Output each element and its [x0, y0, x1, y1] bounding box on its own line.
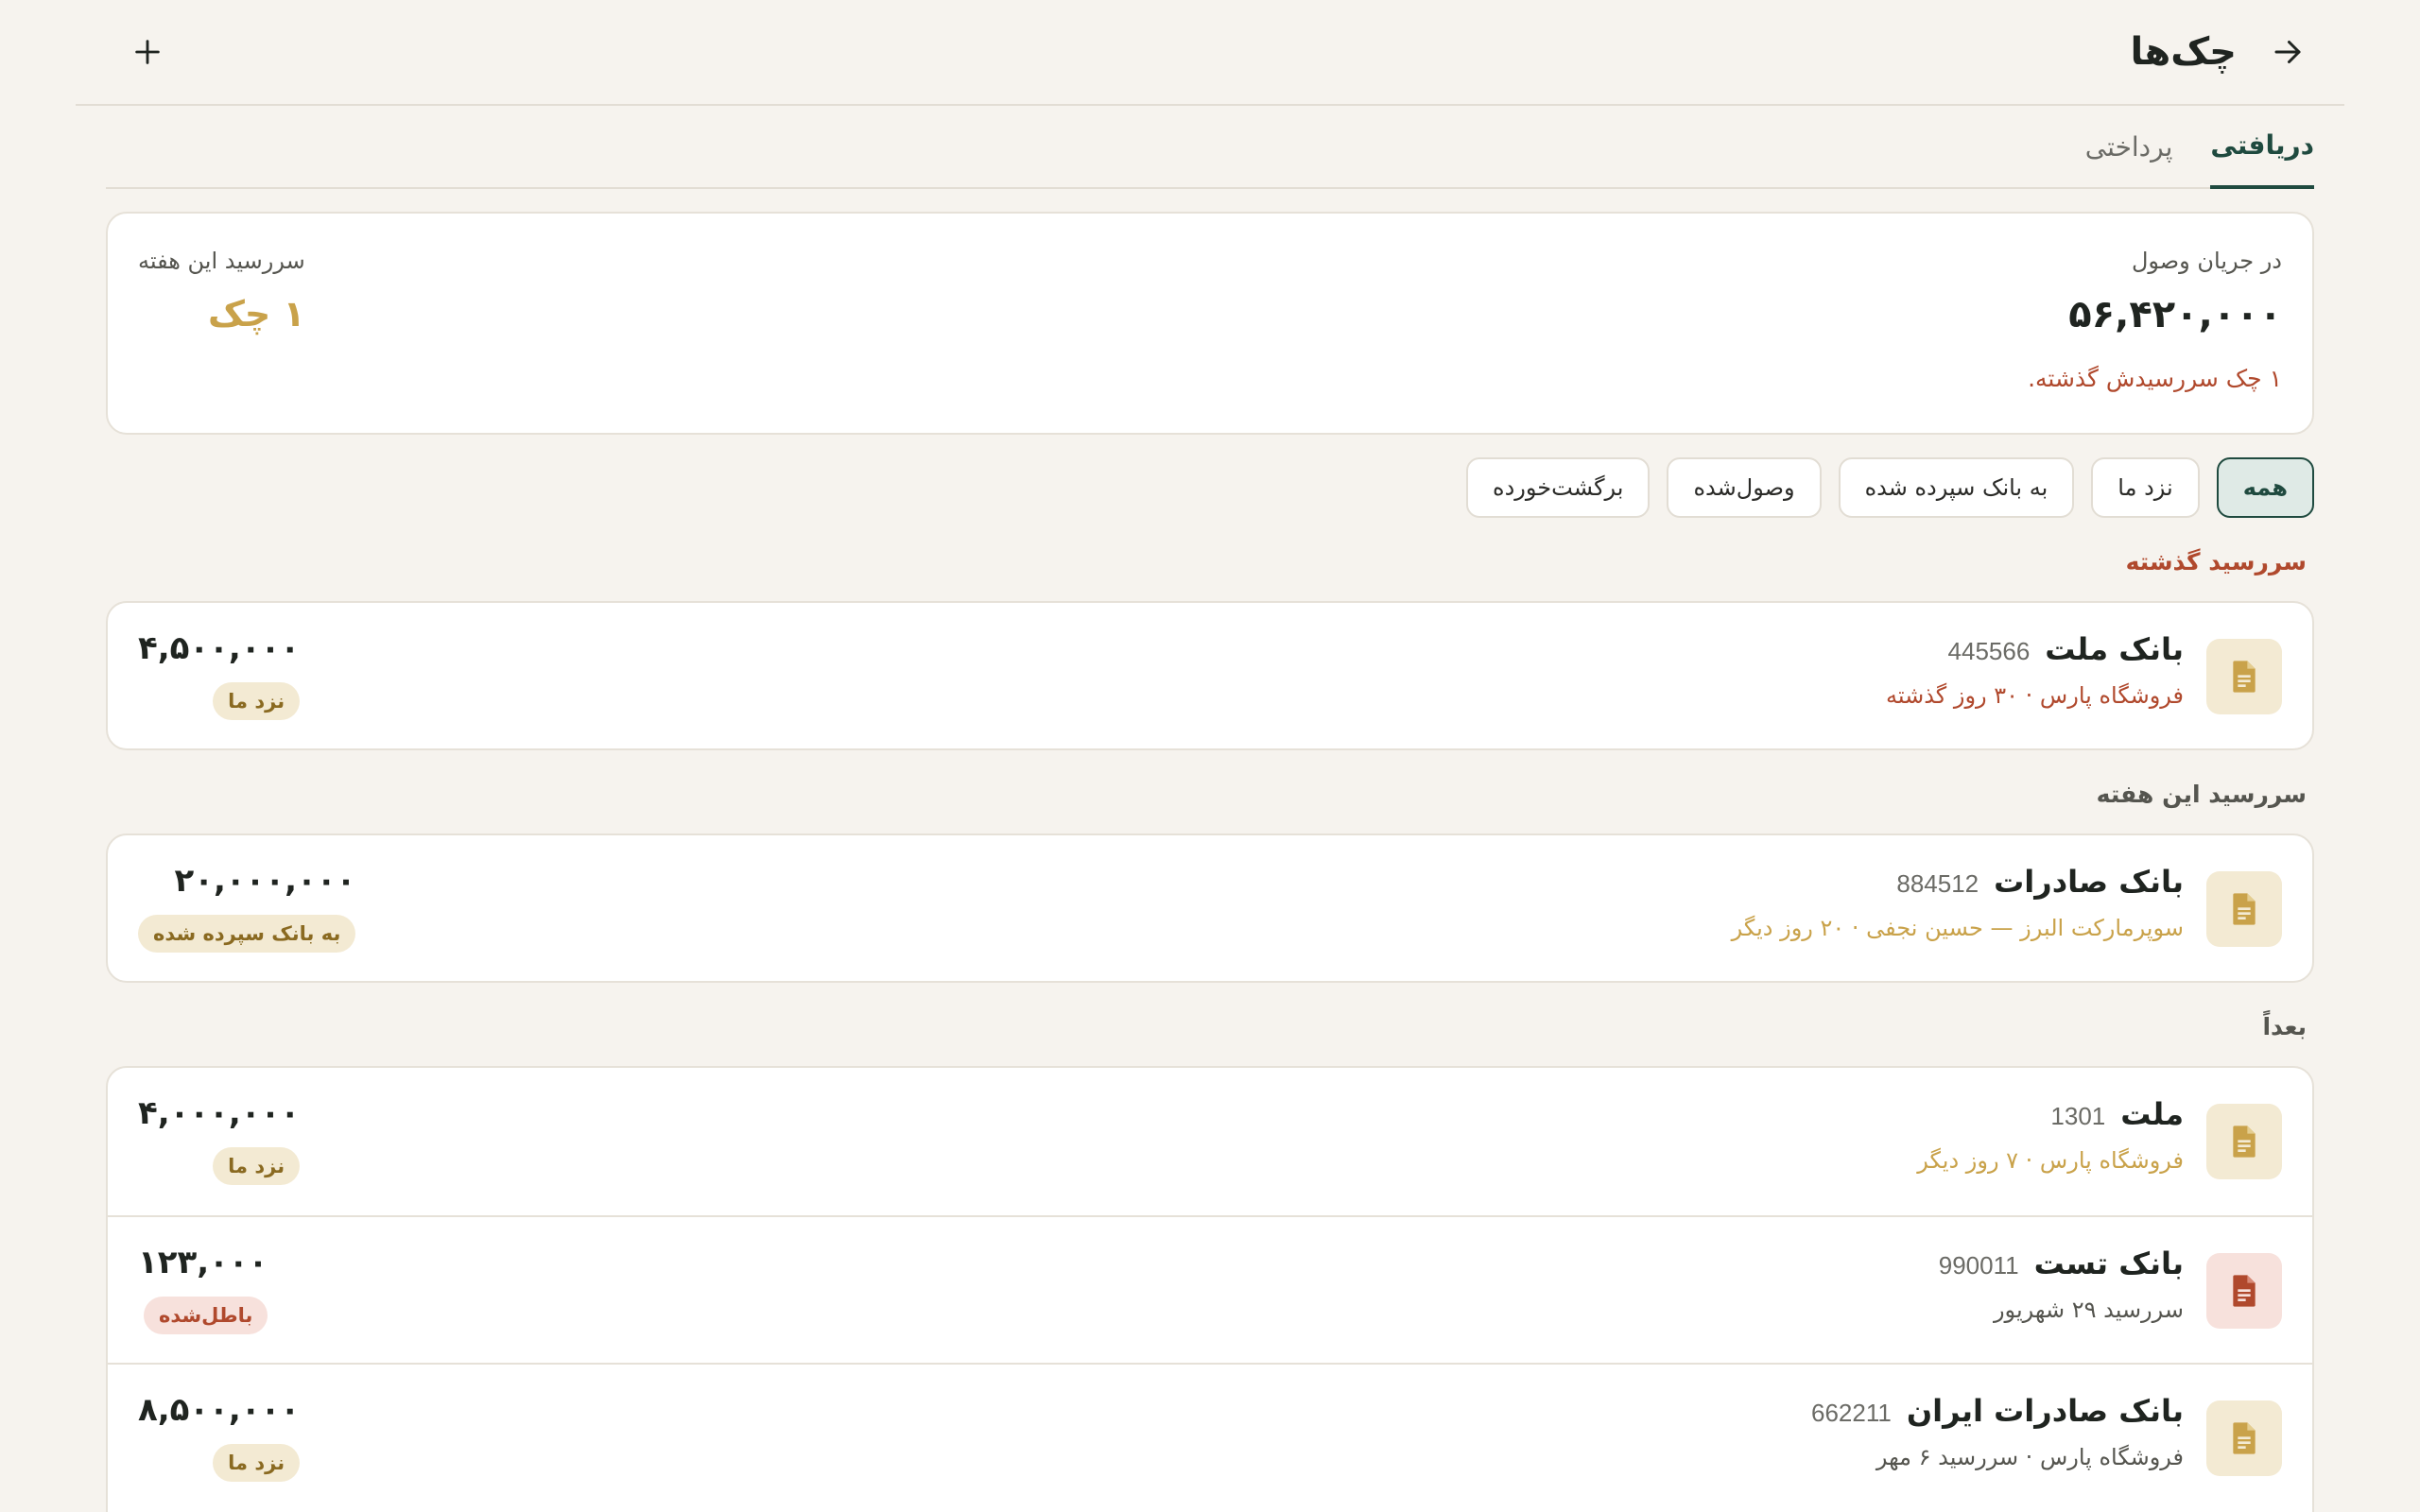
overdue-alert: ۱ چک سررسیدش گذشته. — [2028, 365, 2282, 392]
document-icon — [2206, 1104, 2282, 1179]
in-collection-summary: در جریان وصول ۵۶,۴۲۰,۰۰۰ ۱ چک سررسیدش گذ… — [2028, 248, 2282, 392]
cheque-amount: ۸,۵۰۰,۰۰۰ — [138, 1391, 301, 1429]
cheque-amount-group: ۴,۰۰۰,۰۰۰ نزد ما — [138, 1094, 301, 1185]
status-badge: نزد ما — [213, 682, 301, 720]
status-badge: به بانک سپرده شده — [138, 915, 356, 953]
section-later-title: بعداً — [2262, 1013, 2307, 1040]
tab-paid[interactable]: پرداختی — [2085, 131, 2173, 187]
cheque-row[interactable]: بانک صادرات 884512 سوپرمارکت البرز — حسی… — [108, 835, 2312, 981]
cheque-amount-group: ۴,۵۰۰,۰۰۰ نزد ما — [138, 629, 301, 720]
cheque-info: بانک ملت 445566 فروشگاه پارس · ۳۰ روز گذ… — [1886, 631, 2184, 709]
document-icon — [2206, 1400, 2282, 1476]
cheque-subtitle: سررسید ۲۹ شهریور — [1993, 1297, 2184, 1323]
filter-bounced[interactable]: برگشت‌خورده — [1466, 457, 1651, 518]
back-button[interactable] — [2263, 27, 2312, 77]
due-week-value: ۱ چک — [207, 293, 305, 335]
cheque-serial: 990011 — [1938, 1251, 2019, 1280]
cheque-serial: 445566 — [1947, 637, 2031, 665]
cheque-info: بانک تست 990011 سررسید ۲۹ شهریور — [1939, 1246, 2184, 1323]
cheque-row[interactable]: ملت 1301 فروشگاه پارس · ۷ روز دیگر ۴,۰۰۰… — [108, 1068, 2312, 1215]
cheque-info: بانک صادرات ایران 662211 فروشگاه پارس · … — [1811, 1393, 2184, 1470]
add-cheque-button[interactable] — [119, 24, 176, 80]
status-badge: باطل‌شده — [143, 1297, 268, 1334]
filter-all[interactable]: همه — [2216, 457, 2314, 518]
cheque-serial: 1301 — [2050, 1102, 2106, 1130]
cheque-subtitle: فروشگاه پارس · ۷ روز دیگر — [1917, 1147, 2184, 1174]
bank-name: ملت — [2120, 1096, 2184, 1132]
cheque-amount: ۱۲۳,۰۰۰ — [138, 1244, 268, 1281]
in-collection-value: ۵۶,۴۲۰,۰۰۰ — [2068, 293, 2282, 336]
arrow-right-icon — [2274, 41, 2301, 63]
cheque-amount: ۲۰,۰۰۰,۰۰۰ — [174, 862, 356, 900]
cheque-info: ملت 1301 فروشگاه پارس · ۷ روز دیگر — [1917, 1096, 2184, 1174]
cheque-amount-group: ۲۰,۰۰۰,۰۰۰ به بانک سپرده شده — [138, 862, 356, 953]
plus-icon — [135, 40, 160, 64]
cheque-amount-group: ۱۲۳,۰۰۰ باطل‌شده — [138, 1244, 268, 1334]
section-this-week-title: سررسید این هفته — [2096, 781, 2307, 808]
cheque-serial: 662211 — [1810, 1399, 1892, 1427]
overdue-card: بانک ملت 445566 فروشگاه پارس · ۳۰ روز گذ… — [106, 601, 2314, 750]
filter-bar: همه نزد ما به بانک سپرده شده وصول‌شده بر… — [1466, 457, 2314, 518]
status-badge: نزد ما — [213, 1444, 301, 1482]
tab-bar: دریافتی پرداختی — [106, 106, 2314, 189]
cheque-amount: ۴,۰۰۰,۰۰۰ — [138, 1094, 301, 1132]
document-icon — [2206, 871, 2282, 947]
cheque-row[interactable]: بانک تست 990011 سررسید ۲۹ شهریور ۱۲۳,۰۰۰… — [108, 1215, 2312, 1363]
section-overdue-title: سررسید گذشته — [2125, 548, 2307, 576]
bank-name: بانک ملت — [2045, 631, 2184, 667]
cheque-serial: 884512 — [1896, 869, 1979, 898]
page-title: چک‌ها — [2130, 30, 2237, 74]
document-icon — [2206, 1253, 2282, 1329]
cheque-row[interactable]: بانک صادرات ایران 662211 فروشگاه پارس · … — [108, 1363, 2312, 1510]
app-header: چک‌ها — [76, 0, 2344, 106]
cheques-page: چک‌ها دریافتی پرداختی در جریان وصول ۵۶,۴… — [0, 0, 2420, 1512]
cheque-subtitle: فروشگاه پارس · ۳۰ روز گذشته — [1885, 682, 2184, 709]
bank-name: بانک تست — [2033, 1246, 2184, 1281]
cheque-subtitle: فروشگاه پارس · سررسید ۶ مهر — [1876, 1444, 2184, 1470]
this-week-card: بانک صادرات 884512 سوپرمارکت البرز — حسی… — [106, 833, 2314, 983]
filter-with-us[interactable]: نزد ما — [2091, 457, 2200, 518]
filter-collected[interactable]: وصول‌شده — [1667, 457, 1822, 518]
bank-name: بانک صادرات ایران — [1906, 1393, 2184, 1429]
filter-deposited[interactable]: به بانک سپرده شده — [1838, 457, 2075, 518]
in-collection-label: در جریان وصول — [2131, 248, 2282, 274]
tab-received[interactable]: دریافتی — [2210, 129, 2314, 189]
due-week-label: سررسید این هفته — [138, 248, 305, 274]
summary-card: در جریان وصول ۵۶,۴۲۰,۰۰۰ ۱ چک سررسیدش گذ… — [106, 212, 2314, 435]
document-icon — [2206, 639, 2282, 714]
bank-name: بانک صادرات — [1994, 864, 2184, 900]
header-title-group: چک‌ها — [2130, 27, 2312, 77]
cheque-amount-group: ۸,۵۰۰,۰۰۰ نزد ما — [138, 1391, 301, 1482]
later-card: ملت 1301 فروشگاه پارس · ۷ روز دیگر ۴,۰۰۰… — [106, 1066, 2314, 1512]
cheque-info: بانک صادرات 884512 سوپرمارکت البرز — حسی… — [1732, 864, 2184, 941]
cheque-subtitle: سوپرمارکت البرز — حسین نجفی · ۲۰ روز دیگ… — [1731, 915, 2184, 941]
status-badge: نزد ما — [213, 1147, 301, 1185]
cheque-amount: ۴,۵۰۰,۰۰۰ — [138, 629, 301, 667]
due-week-summary: سررسید این هفته ۱ چک — [138, 248, 305, 335]
cheque-row[interactable]: بانک ملت 445566 فروشگاه پارس · ۳۰ روز گذ… — [108, 603, 2312, 748]
